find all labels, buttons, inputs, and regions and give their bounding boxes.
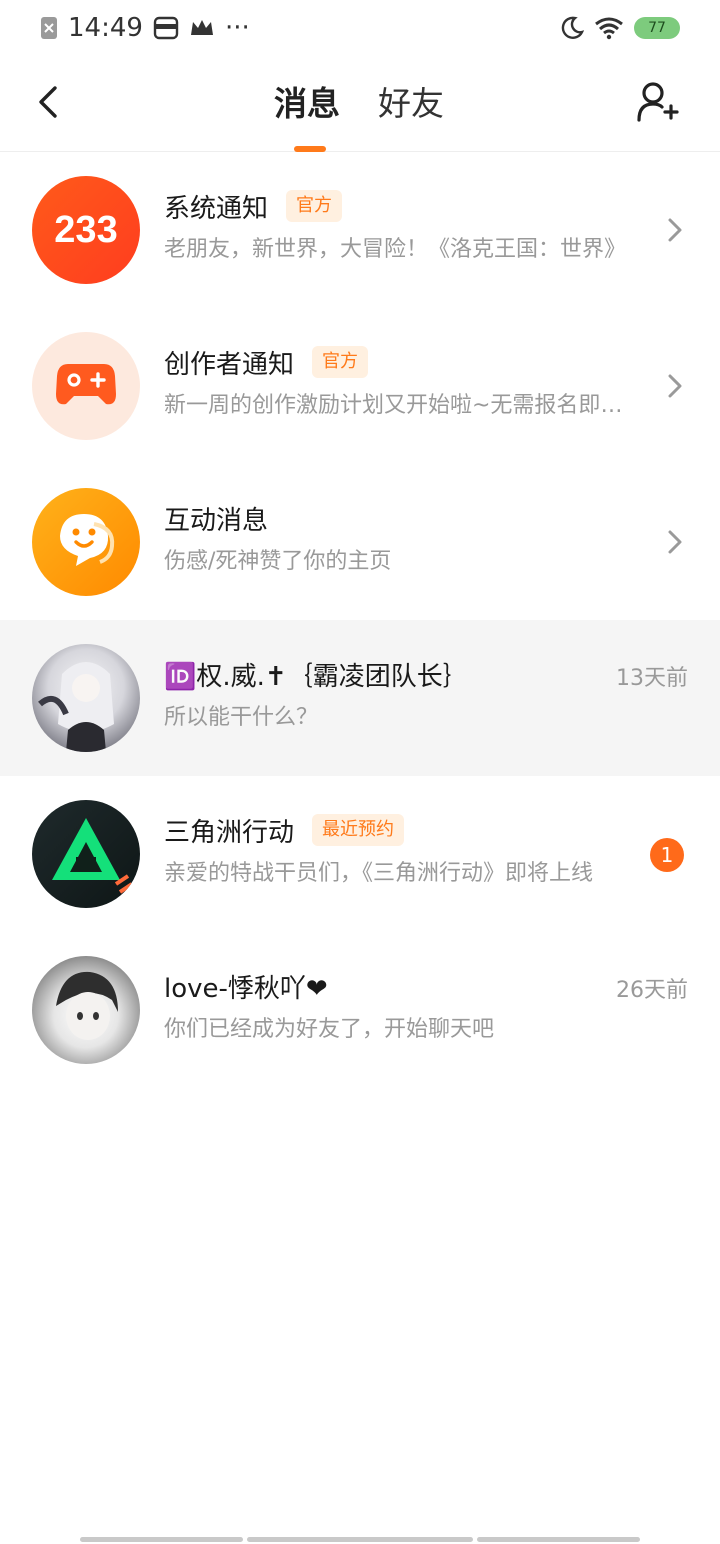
smile-chat-icon [54, 510, 118, 574]
conversation-time: 13天前 [616, 666, 688, 691]
conversation-preview: 亲爱的特战干员们，《三角洲行动》即将上线 [164, 861, 594, 886]
back-button[interactable] [26, 80, 70, 128]
chevron-left-icon [37, 85, 59, 123]
chevron-right-icon [664, 370, 686, 402]
more-notifications: ··· [224, 13, 250, 43]
list-item-chat-love[interactable]: love-悸秋吖❤ 26天前 你们已经成为好友了，开始聊天吧 [0, 932, 720, 1088]
unread-count-badge: 1 [650, 838, 684, 872]
conversation-preview: 老朋友，新世界，大冒险！《洛克王国：世界》 [164, 237, 627, 262]
tab-friends[interactable]: 好友 [378, 82, 444, 126]
gesture-bar-center [247, 1537, 473, 1542]
conversation-title: 创作者通知 [164, 349, 295, 380]
add-user-icon [635, 80, 679, 128]
conversation-preview: 所以能干什么？ [164, 705, 319, 730]
crown-icon [189, 17, 215, 39]
gamepad-icon [54, 360, 118, 412]
list-item-creator-notice[interactable]: 创作者通知 官方 新一周的创作激励计划又开始啦~无需报名即可参与 [0, 308, 720, 464]
avatar-delta-force [32, 800, 140, 908]
avatar-creator [32, 332, 140, 440]
moon-icon [560, 16, 584, 40]
gesture-bar-left [80, 1537, 243, 1542]
status-bar: 14:49 ··· 77 [0, 0, 720, 56]
battery-indicator: 77 [634, 17, 680, 39]
list-item-interaction[interactable]: 互动消息 伤感/死神赞了你的主页 [0, 464, 720, 620]
conversation-title: 系统通知 [164, 193, 269, 224]
conversation-title: love-悸秋吖❤ [164, 973, 328, 1004]
conversation-preview: 伤感/死神赞了你的主页 [164, 549, 392, 574]
conversation-preview: 新一周的创作激励计划又开始啦~无需报名即可参与 [164, 393, 644, 418]
status-time: 14:49 [68, 13, 143, 43]
avatar-user-photo [32, 644, 140, 752]
notification-close-icon [40, 16, 58, 40]
conversation-time: 26天前 [616, 978, 688, 1003]
conversation-title: 三角洲行动 [164, 817, 295, 848]
wallet-icon [153, 16, 179, 40]
conversation-list: 233 系统通知 官方 老朋友，新世界，大冒险！《洛克王国：世界》 创作者通知 … [0, 152, 720, 1088]
conversation-title: 互动消息 [164, 505, 269, 536]
avatar-user-photo [32, 956, 140, 1064]
chevron-right-icon [664, 526, 686, 558]
list-item-delta-force[interactable]: 三角洲行动 最近预约 亲爱的特战干员们，《三角洲行动》即将上线 1 [0, 776, 720, 932]
wifi-icon [594, 16, 624, 40]
reservation-badge: 最近预约 [312, 814, 405, 846]
avatar-233-label: 233 [54, 209, 117, 251]
avatar-233: 233 [32, 176, 140, 284]
list-item-system-notice[interactable]: 233 系统通知 官方 老朋友，新世界，大冒险！《洛克王国：世界》 [0, 152, 720, 308]
chevron-right-icon [664, 214, 686, 246]
tab-messages[interactable]: 消息 [274, 82, 340, 126]
conversation-preview: 你们已经成为好友了，开始聊天吧 [164, 1017, 495, 1042]
gesture-bar-right [477, 1537, 640, 1542]
conversation-title: 🆔权.威.✝︎｛霸凌团队长｝ [164, 661, 469, 692]
list-item-chat-authority[interactable]: 🆔权.威.✝︎｛霸凌团队长｝ 13天前 所以能干什么？ [0, 620, 720, 776]
avatar-interaction [32, 488, 140, 596]
official-badge: 官方 [286, 190, 343, 222]
official-badge: 官方 [312, 346, 369, 378]
header: 消息 好友 [0, 56, 720, 152]
add-friend-button[interactable] [632, 78, 682, 130]
